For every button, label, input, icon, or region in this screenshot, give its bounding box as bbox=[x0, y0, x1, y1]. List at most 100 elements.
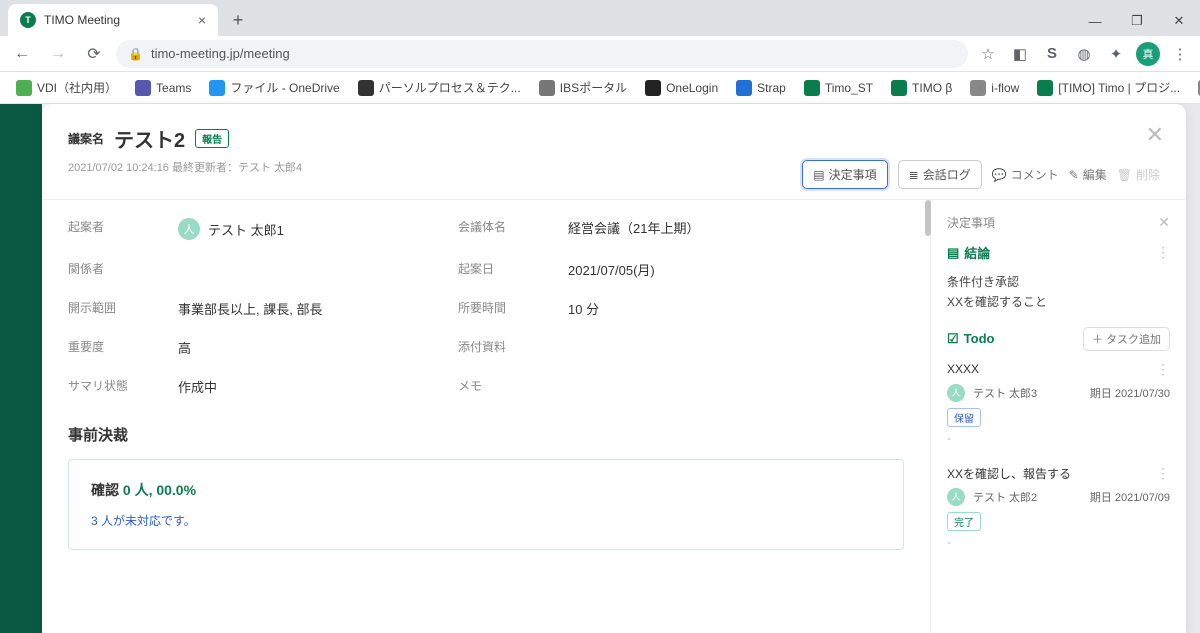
bookmark-item[interactable]: i-flow bbox=[964, 76, 1025, 100]
panel-scrollbar[interactable] bbox=[925, 200, 931, 236]
bookmark-item[interactable]: HITOタレ bbox=[1192, 75, 1200, 100]
conclusion-body: 条件付き承認 XXを確認すること bbox=[947, 272, 1170, 313]
extension-icon-1[interactable]: ◧ bbox=[1008, 42, 1032, 66]
url-text: timo-meeting.jp/meeting bbox=[151, 46, 290, 61]
agenda-label: 議案名 bbox=[68, 130, 104, 147]
predecision-title: 事前決裁 bbox=[68, 424, 904, 445]
browser-menu-icon[interactable]: ⋮ bbox=[1168, 42, 1192, 66]
delete-button[interactable]: 🗑 削除 bbox=[1117, 166, 1160, 183]
nav-forward-button[interactable]: → bbox=[44, 40, 72, 68]
meeting-body-label: 会議体名 bbox=[458, 218, 548, 240]
bookmark-favicon-icon bbox=[1037, 80, 1053, 96]
comment-button[interactable]: 💬 コメント bbox=[992, 166, 1059, 183]
todo-menu-icon[interactable]: ⋮ bbox=[1156, 465, 1170, 482]
conclusion-heading: ▤ 結論 bbox=[947, 243, 990, 262]
summary-status-label: サマリ状態 bbox=[68, 377, 158, 396]
add-task-button[interactable]: ＋ タスク追加 bbox=[1083, 327, 1170, 351]
browser-tab[interactable]: T TIMO Meeting × bbox=[8, 4, 218, 36]
browser-titlebar: T TIMO Meeting × + — ❐ ✕ bbox=[0, 0, 1200, 36]
bookmark-favicon-icon bbox=[209, 80, 225, 96]
meeting-body-value: 経営会議（21年上期） bbox=[568, 218, 904, 240]
confirmation-count: 確認 0 人, 00.0% bbox=[91, 480, 881, 500]
bookmark-label: Strap bbox=[757, 81, 786, 95]
list-icon: ▤ bbox=[813, 168, 824, 182]
summary-status-value: 作成中 bbox=[178, 377, 438, 396]
todo-item[interactable]: XXを確認し、報告する⋮人テスト 太郎2期日 2021/07/09完了- bbox=[947, 465, 1170, 559]
bookmark-item[interactable]: Strap bbox=[730, 76, 792, 100]
window-minimize-button[interactable]: — bbox=[1074, 6, 1116, 36]
nav-back-button[interactable]: ← bbox=[8, 40, 36, 68]
duration-value: 10 分 bbox=[568, 299, 904, 318]
extension-icon-2[interactable]: S bbox=[1040, 42, 1064, 66]
conclusion-menu-icon[interactable]: ⋮ bbox=[1156, 244, 1170, 261]
bookmark-label: i-flow bbox=[991, 81, 1019, 95]
extensions-puzzle-icon[interactable]: ✦ bbox=[1104, 42, 1128, 66]
related-label: 関係者 bbox=[68, 260, 158, 279]
creator-label: 起案者 bbox=[68, 218, 158, 240]
modal-header: 議案名 テスト2 報告 2021/07/02 10:24:16 最終更新者：テス… bbox=[42, 104, 1186, 183]
todo-menu-icon[interactable]: ⋮ bbox=[1156, 361, 1170, 378]
todo-due: 期日 2021/07/09 bbox=[1090, 489, 1170, 505]
star-icon[interactable]: ☆ bbox=[976, 42, 1000, 66]
todo-item[interactable]: XXXX⋮人テスト 太郎3期日 2021/07/30保留- bbox=[947, 361, 1170, 455]
nav-reload-button[interactable]: ⟳ bbox=[80, 40, 108, 68]
new-tab-button[interactable]: + bbox=[224, 6, 252, 34]
todo-note: - bbox=[947, 431, 1170, 445]
bookmark-label: VDI（社内用） bbox=[37, 79, 117, 96]
scope-label: 開示範囲 bbox=[68, 299, 158, 318]
duration-label: 所要時間 bbox=[458, 299, 548, 318]
proposal-date-label: 起案日 bbox=[458, 260, 548, 279]
comment-icon: 💬 bbox=[992, 168, 1007, 182]
bookmark-item[interactable]: OneLogin bbox=[639, 76, 724, 100]
user-avatar-icon: 人 bbox=[947, 384, 965, 402]
todo-status-chip: 完了 bbox=[947, 512, 981, 531]
bookmark-label: TIMO β bbox=[912, 81, 952, 95]
favicon-icon: T bbox=[20, 12, 36, 28]
sidebar-item[interactable] bbox=[0, 104, 42, 144]
action-bar: ▤ 決定事項 ≣ 会話ログ 💬 コメント ✎ 編集 🗑 削除 bbox=[802, 160, 1160, 189]
bookmarks-bar: VDI（社内用） Teams ファイル - OneDrive パーソルプロセス＆テク.… bbox=[0, 72, 1200, 104]
todo-title: XXXX bbox=[947, 362, 979, 376]
pending-link[interactable]: 3 人が未対応です。 bbox=[91, 512, 881, 529]
attachment-label: 添付資料 bbox=[458, 338, 548, 357]
memo-value bbox=[568, 377, 904, 396]
bookmark-item[interactable]: VDI（社内用） bbox=[10, 75, 123, 100]
creator-value: 人 テスト 太郎1 bbox=[178, 218, 438, 240]
bookmark-item[interactable]: Teams bbox=[129, 76, 197, 100]
lock-icon: 🔒 bbox=[128, 47, 143, 61]
trash-icon: 🗑 bbox=[1117, 168, 1132, 182]
tab-title: TIMO Meeting bbox=[44, 13, 190, 27]
edit-button[interactable]: ✎ 編集 bbox=[1069, 166, 1107, 183]
bookmark-favicon-icon bbox=[539, 80, 555, 96]
todo-note: - bbox=[947, 535, 1170, 549]
close-panel-icon[interactable]: ✕ bbox=[1158, 214, 1170, 231]
profile-avatar-button[interactable]: 真 bbox=[1136, 42, 1160, 66]
doc-icon: ▤ bbox=[947, 245, 959, 261]
browser-address-bar: ← → ⟳ 🔒 timo-meeting.jp/meeting ☆ ◧ S ◍ … bbox=[0, 36, 1200, 72]
window-maximize-button[interactable]: ❐ bbox=[1116, 6, 1158, 36]
tab-close-icon[interactable]: × bbox=[198, 12, 206, 28]
bookmark-item[interactable]: TIMO β bbox=[885, 76, 958, 100]
priority-label: 重要度 bbox=[68, 338, 158, 357]
url-input[interactable]: 🔒 timo-meeting.jp/meeting bbox=[116, 40, 968, 68]
bookmark-item[interactable]: ファイル - OneDrive bbox=[203, 75, 345, 100]
window-close-button[interactable]: ✕ bbox=[1158, 6, 1200, 36]
bookmark-item[interactable]: パーソルプロセス＆テク... bbox=[352, 75, 527, 100]
bookmark-item[interactable]: Timo_ST bbox=[798, 76, 879, 100]
extension-icon-3[interactable]: ◍ bbox=[1072, 42, 1096, 66]
bookmark-item[interactable]: IBSポータル bbox=[533, 75, 633, 100]
side-panel-title: 決定事項 bbox=[947, 214, 995, 231]
conversation-log-button[interactable]: ≣ 会話ログ bbox=[898, 160, 982, 189]
agenda-title: テスト2 bbox=[114, 124, 185, 153]
bookmark-label: [TIMO] Timo | プロジ... bbox=[1058, 79, 1180, 96]
bookmark-item[interactable]: [TIMO] Timo | プロジ... bbox=[1031, 75, 1186, 100]
todo-due: 期日 2021/07/30 bbox=[1090, 385, 1170, 401]
bookmark-label: Teams bbox=[156, 81, 191, 95]
decision-items-button[interactable]: ▤ 決定事項 bbox=[802, 160, 887, 189]
todo-title: XXを確認し、報告する bbox=[947, 465, 1071, 482]
bookmark-label: ファイル - OneDrive bbox=[230, 79, 339, 96]
bookmark-favicon-icon bbox=[970, 80, 986, 96]
side-panel: 決定事項 ✕ ▤ 結論 ⋮ 条件付き承認 XXを確認すること ☑ bbox=[930, 200, 1186, 633]
close-icon[interactable]: ✕ bbox=[1146, 122, 1164, 148]
app-viewport: ✕ 議案名 テスト2 報告 2021/07/02 10:24:16 最終更新者：… bbox=[0, 104, 1200, 633]
